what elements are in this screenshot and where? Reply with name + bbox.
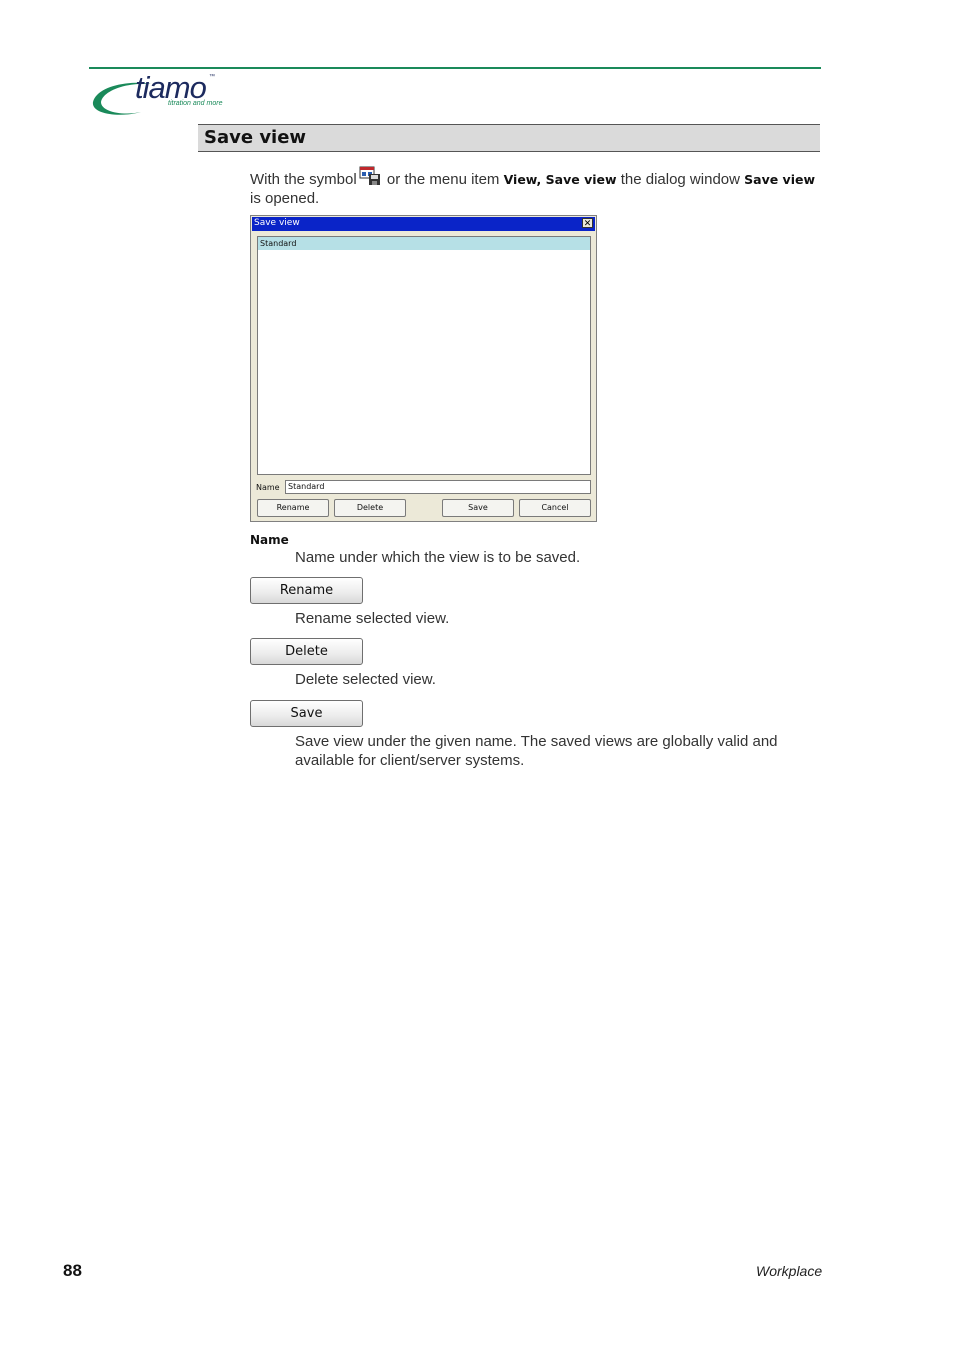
- rename-description: Rename selected view.: [295, 610, 450, 627]
- rename-button-illustration: Rename: [250, 577, 363, 604]
- tiamo-logo: tiamo ™ titration and more: [89, 70, 239, 118]
- cancel-button[interactable]: Cancel: [519, 499, 591, 517]
- save-description-line-2: available for client/server systems.: [295, 752, 525, 769]
- intro-menu-path: View, Save view: [503, 172, 617, 187]
- save-description: Save view under the given name. The save…: [295, 732, 822, 770]
- intro-paragraph: With the symbol or the menu item View, S…: [250, 166, 822, 208]
- dialog-title: Save view: [254, 218, 300, 228]
- name-input[interactable]: Standard: [285, 480, 591, 494]
- views-list[interactable]: Standard: [257, 236, 591, 475]
- save-description-line-1: Save view under the given name. The save…: [295, 733, 778, 750]
- dialog-titlebar[interactable]: Save view ✕: [252, 217, 595, 231]
- intro-text-1: With the symbol: [250, 171, 357, 188]
- save-view-icon: [359, 166, 381, 186]
- close-icon[interactable]: ✕: [582, 218, 593, 228]
- save-view-dialog: Save view ✕ Standard Name Standard Renam…: [250, 215, 597, 522]
- intro-text-4: is opened.: [250, 190, 320, 207]
- intro-text-2: or the menu item: [382, 171, 504, 188]
- name-term: Name: [250, 533, 289, 547]
- name-description: Name under which the view is to be saved…: [295, 549, 581, 566]
- rename-button[interactable]: Rename: [257, 499, 329, 517]
- save-button-illustration: Save: [250, 700, 363, 727]
- list-item[interactable]: Standard: [258, 237, 590, 250]
- delete-description: Delete selected view.: [295, 671, 436, 688]
- save-button[interactable]: Save: [442, 499, 514, 517]
- delete-button-illustration: Delete: [250, 638, 363, 665]
- page-number: 88: [63, 1261, 82, 1280]
- logo-tagline: titration and more: [168, 100, 223, 107]
- intro-dialog-name: Save view: [744, 172, 816, 187]
- section-title: Save view: [204, 127, 307, 148]
- header-rule: [89, 67, 821, 69]
- logo-trademark: ™: [209, 74, 215, 80]
- name-label: Name: [256, 483, 280, 492]
- delete-button[interactable]: Delete: [334, 499, 406, 517]
- chapter-label: Workplace: [756, 1263, 823, 1279]
- section-heading-bar: Save view: [198, 124, 820, 152]
- intro-text-3: the dialog window: [616, 171, 745, 188]
